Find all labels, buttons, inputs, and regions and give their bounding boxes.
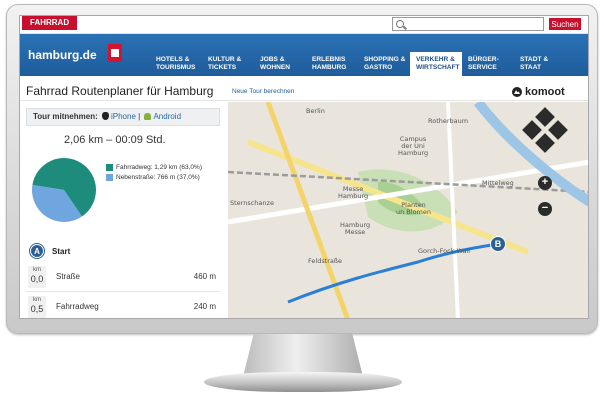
segment-km-unit: km xyxy=(33,267,41,273)
komoot-mountain-icon xyxy=(512,87,522,97)
map-label: Campus der Uni Hamburg xyxy=(398,136,428,157)
map-pan-control[interactable] xyxy=(525,110,565,150)
komoot-logo[interactable]: komoot xyxy=(512,86,565,98)
pan-right-button[interactable] xyxy=(548,120,568,140)
new-tour-link[interactable]: Neue Tour berechnen xyxy=(232,88,294,95)
planner-main: Fahrrad Routenplaner für Hamburg Neue To… xyxy=(20,76,589,319)
route-summary: 2,06 km – 00:09 Std. xyxy=(64,134,166,146)
hamburg-flag-icon xyxy=(108,44,122,62)
page-title: Fahrrad Routenplaner für Hamburg xyxy=(26,84,213,98)
apps-label: Tour mitnehmen: xyxy=(33,112,98,121)
top-strip: FAHRRAD Suchen xyxy=(20,16,589,34)
start-marker: A xyxy=(30,244,44,258)
nav-shopping-gastro[interactable]: SHOPPING & GASTRO xyxy=(358,52,410,76)
segment-km: km 0,5 xyxy=(28,296,46,318)
pan-up-button[interactable] xyxy=(535,107,555,127)
komoot-label: komoot xyxy=(525,86,565,98)
segment-km-value: 0,0 xyxy=(28,275,46,284)
start-point[interactable]: A Start xyxy=(30,244,70,258)
segment-km-unit: km xyxy=(33,297,41,303)
iphone-link[interactable]: iPhone xyxy=(111,112,136,121)
segment-distance: 240 m xyxy=(194,302,216,311)
section-tag[interactable]: FAHRRAD xyxy=(22,16,77,30)
nav-jobs-wohnen[interactable]: JOBS & WOHNEN xyxy=(254,52,306,76)
map-label: Berlin xyxy=(306,108,325,115)
segment-km-value: 0,5 xyxy=(28,305,46,314)
apps-bar: Tour mitnehmen: iPhone | Android xyxy=(26,108,220,126)
legend-label: Fahrradweg: 1,29 km (63,0%) xyxy=(116,164,202,171)
android-link[interactable]: Android xyxy=(153,112,181,121)
segment-km: km 0,0 xyxy=(28,266,46,288)
legend-label: Nebenstraße: 766 m (37,0%) xyxy=(116,174,200,181)
monitor-stand-neck xyxy=(238,334,368,376)
screen: FAHRRAD Suchen hamburg.de HOTELS & TOURI… xyxy=(19,15,589,319)
site-header: hamburg.de HOTELS & TOURISMUS KULTUR & T… xyxy=(20,34,589,76)
route-segment[interactable]: km 0,0 Straße 460 m xyxy=(26,262,220,292)
legend-swatch xyxy=(106,174,113,181)
monitor-stand-base xyxy=(204,372,402,392)
end-marker[interactable]: B xyxy=(490,236,506,252)
main-nav: HOTELS & TOURISMUS KULTUR & TICKETS JOBS… xyxy=(150,52,566,76)
map-label: Hamburg Messe xyxy=(340,222,370,236)
map-label: Sternschanze xyxy=(230,200,274,207)
segment-label: Fahrradweg xyxy=(56,302,99,311)
nav-verkehr-wirtschaft[interactable]: VERKEHR & WIRTSCHAFT xyxy=(410,52,462,76)
search-button[interactable]: Suchen xyxy=(548,17,582,31)
legend-item: Nebenstraße: 766 m (37,0%) xyxy=(106,172,202,182)
nav-kultur-tickets[interactable]: KULTUR & TICKETS xyxy=(202,52,254,76)
nav-hotels-tourismus[interactable]: HOTELS & TOURISMUS xyxy=(150,52,202,76)
surface-pie-chart xyxy=(30,156,98,224)
map-label: Planten un Blomen xyxy=(396,202,431,216)
nav-buerger-service[interactable]: BÜRGER- SERVICE xyxy=(462,52,514,76)
map-label: Messe Hamburg xyxy=(338,186,368,200)
segment-distance: 460 m xyxy=(194,272,216,281)
apps-separator: | xyxy=(138,112,140,121)
zoom-out-button[interactable]: − xyxy=(538,202,552,216)
divider xyxy=(20,100,589,101)
segment-label: Straße xyxy=(56,272,80,281)
map-label: Gorch-Fock-Wall xyxy=(418,248,470,255)
route-segment[interactable]: km 0,5 Fahrradweg 240 m xyxy=(26,292,220,319)
legend-item: Fahrradweg: 1,29 km (63,0%) xyxy=(106,162,202,172)
legend-swatch xyxy=(106,164,113,171)
pan-left-button[interactable] xyxy=(522,120,542,140)
map-label: Feldstraße xyxy=(308,258,342,265)
apple-icon xyxy=(102,112,109,120)
route-map[interactable]: Rotherbaum Campus der Uni Hamburg Messe … xyxy=(228,102,589,319)
monitor-frame: FAHRRAD Suchen hamburg.de HOTELS & TOURI… xyxy=(6,4,598,334)
pan-down-button[interactable] xyxy=(535,133,555,153)
zoom-in-button[interactable]: + xyxy=(538,176,552,190)
search-icon xyxy=(396,20,404,28)
map-label: Mittelweg xyxy=(482,180,514,187)
map-label: Rotherbaum xyxy=(428,118,468,125)
pie-legend: Fahrradweg: 1,29 km (63,0%) Nebenstraße:… xyxy=(106,162,202,182)
search-input[interactable] xyxy=(392,17,544,31)
nav-stadt-staat[interactable]: STADT & STAAT xyxy=(514,52,566,76)
site-logo[interactable]: hamburg.de xyxy=(28,48,97,62)
start-label: Start xyxy=(52,247,70,256)
nav-erlebnis-hamburg[interactable]: ERLEBNIS HAMBURG xyxy=(306,52,358,76)
android-icon xyxy=(144,113,151,120)
